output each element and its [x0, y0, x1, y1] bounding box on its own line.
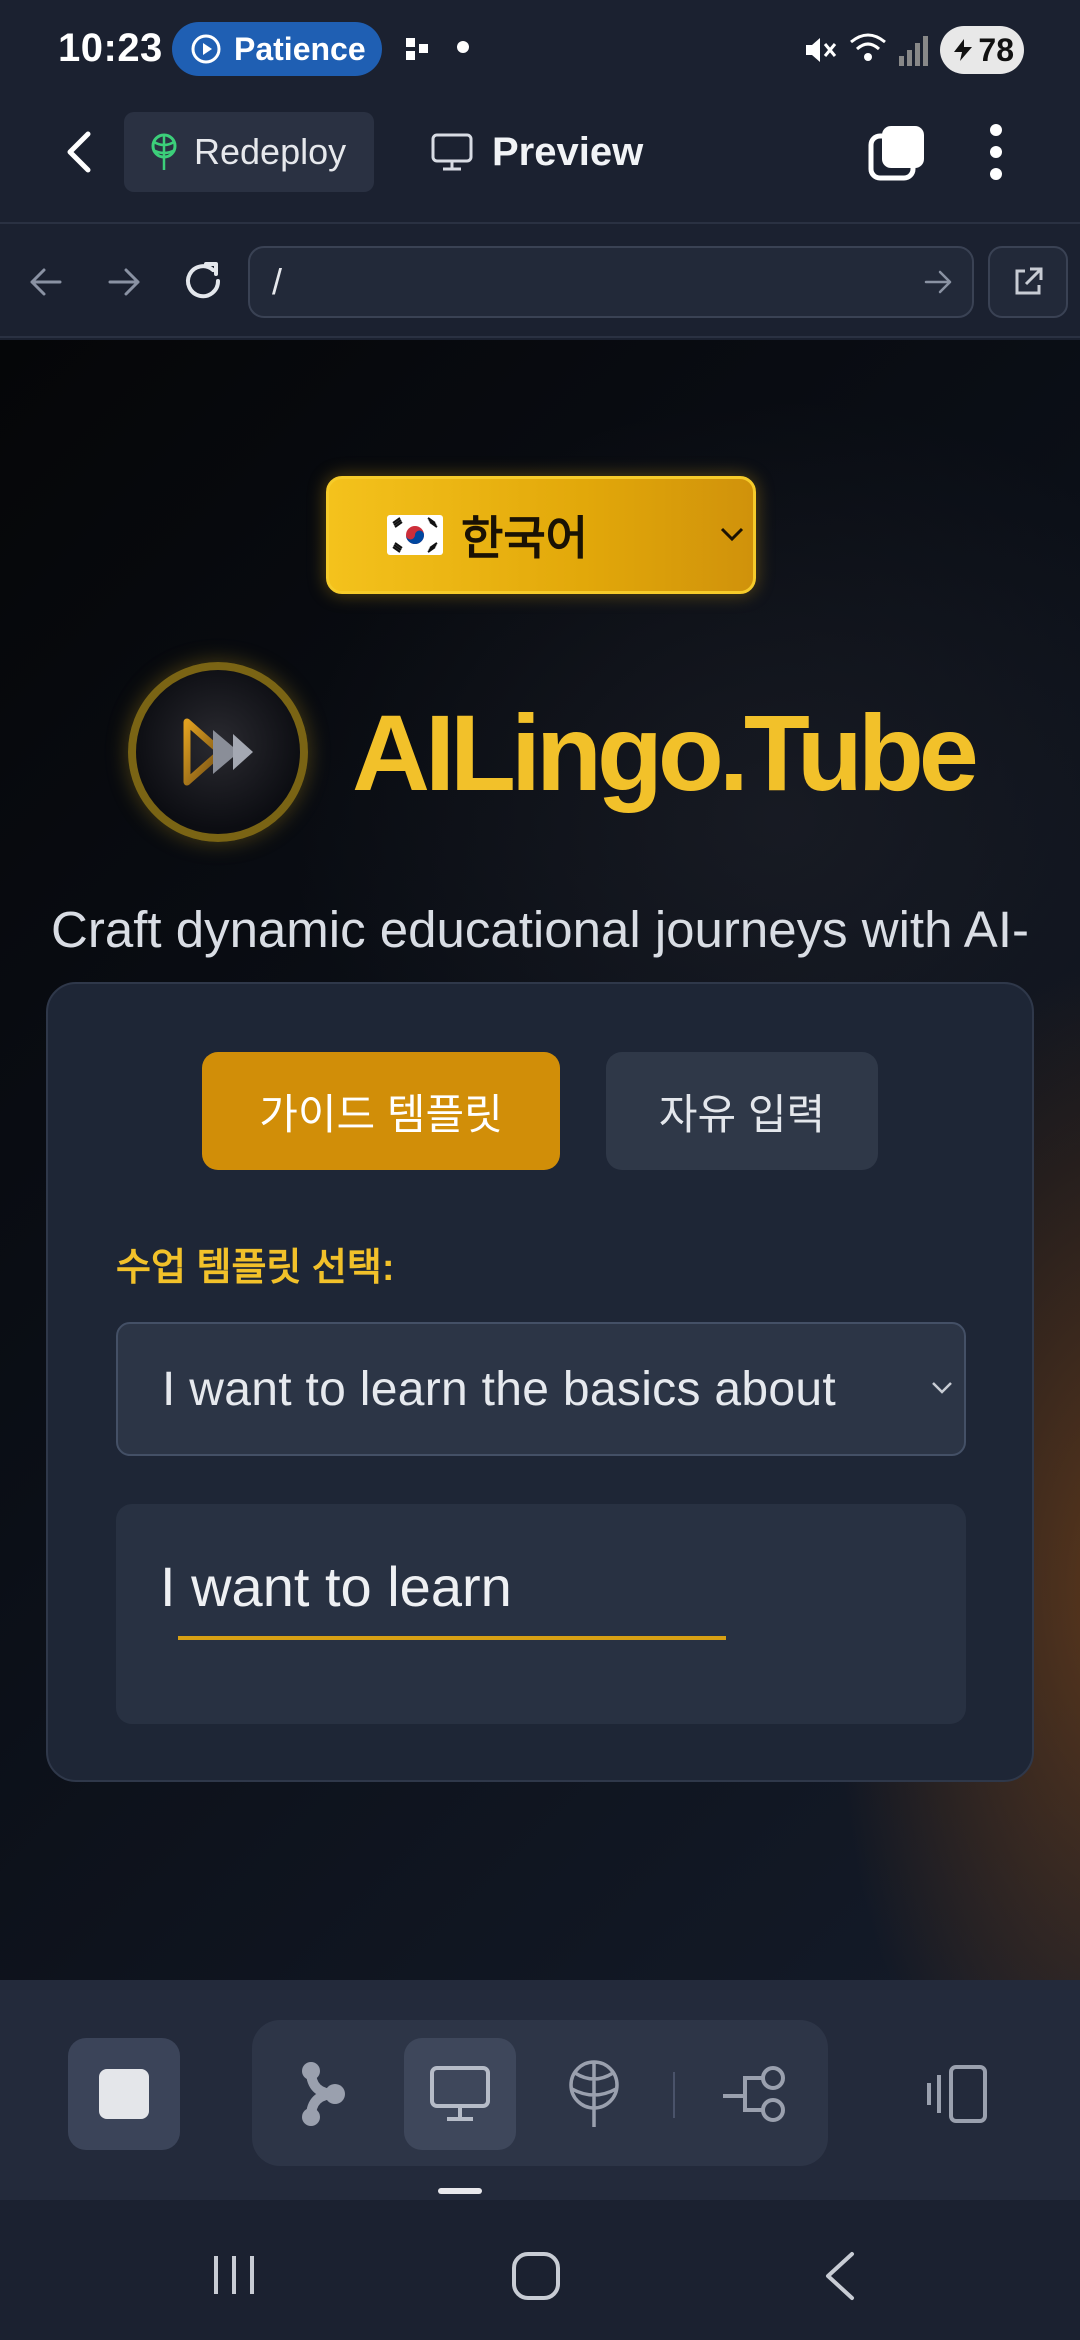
- back-icon[interactable]: [820, 2250, 860, 2302]
- chevron-down-icon: [932, 1382, 952, 1394]
- more-vertical-icon[interactable]: [984, 122, 1008, 182]
- card-viewport: 가이드 템플릿 자유 입력 수업 템플릿 선택: I want to learn…: [0, 340, 1080, 1980]
- reload-icon[interactable]: [180, 258, 226, 304]
- nav-forward-icon[interactable]: [104, 262, 144, 302]
- prompt-textarea[interactable]: I want to learn: [116, 1504, 966, 1724]
- play-circle-icon: [191, 34, 221, 64]
- preview-title: Preview: [430, 120, 643, 184]
- workflow-tool-button[interactable]: [698, 2038, 810, 2150]
- preview-label: Preview: [492, 129, 644, 174]
- stop-icon: [99, 2069, 149, 2119]
- redeploy-label: Redeploy: [194, 131, 347, 172]
- tool-divider: [673, 2072, 675, 2118]
- status-bar: 10:23 Patience 78: [0, 0, 1080, 100]
- template-select-label: 수업 템플릿 선택:: [116, 1247, 395, 1289]
- active-app-pill[interactable]: Patience: [172, 22, 382, 76]
- tabs-icon[interactable]: [868, 124, 926, 182]
- deploy-icon: [569, 2060, 619, 2127]
- stop-button[interactable]: [68, 2038, 180, 2150]
- template-select-value: I want to learn the basics about: [162, 1362, 837, 1416]
- apps-icon: [406, 38, 428, 60]
- preview-tool-button[interactable]: [404, 2038, 516, 2150]
- drag-handle[interactable]: [438, 2188, 482, 2194]
- device-frame-icon: [927, 2065, 987, 2123]
- monitor-icon: [431, 133, 473, 171]
- recents-icon[interactable]: [210, 2252, 258, 2298]
- url-input[interactable]: /: [248, 246, 974, 318]
- nav-back-icon[interactable]: [26, 262, 66, 302]
- home-icon[interactable]: [510, 2250, 562, 2302]
- battery-indicator: 78: [940, 26, 1024, 74]
- wifi-icon: [850, 33, 886, 61]
- rocket-icon: [151, 133, 177, 170]
- signal-icon: [899, 36, 928, 66]
- back-arrow-icon[interactable]: [60, 128, 100, 176]
- mute-icon: [806, 38, 837, 62]
- monitor-icon: [430, 2066, 490, 2121]
- agent-button[interactable]: [268, 2038, 380, 2150]
- open-external-button[interactable]: [988, 246, 1068, 318]
- tab-free-input[interactable]: 자유 입력: [606, 1052, 878, 1170]
- prompt-text: I want to learn: [160, 1555, 512, 1618]
- dot-icon: [457, 41, 469, 53]
- battery-level: 78: [978, 31, 1014, 68]
- agent-icon: [302, 2062, 345, 2126]
- deploy-tool-button[interactable]: [538, 2038, 650, 2150]
- redeploy-button[interactable]: Redeploy: [124, 112, 374, 192]
- status-time: 10:23: [58, 26, 163, 70]
- device-frame-button[interactable]: [900, 2038, 1012, 2150]
- tab-guided-template[interactable]: 가이드 템플릿: [202, 1052, 560, 1170]
- open-external-icon: [1015, 267, 1043, 295]
- active-app-label: Patience: [234, 30, 366, 67]
- workflow-icon: [723, 2066, 785, 2122]
- go-arrow-icon[interactable]: [922, 266, 954, 298]
- battery-icon: [954, 39, 973, 61]
- template-select[interactable]: I want to learn the basics about: [116, 1322, 966, 1456]
- input-accent-line: [178, 1636, 726, 1640]
